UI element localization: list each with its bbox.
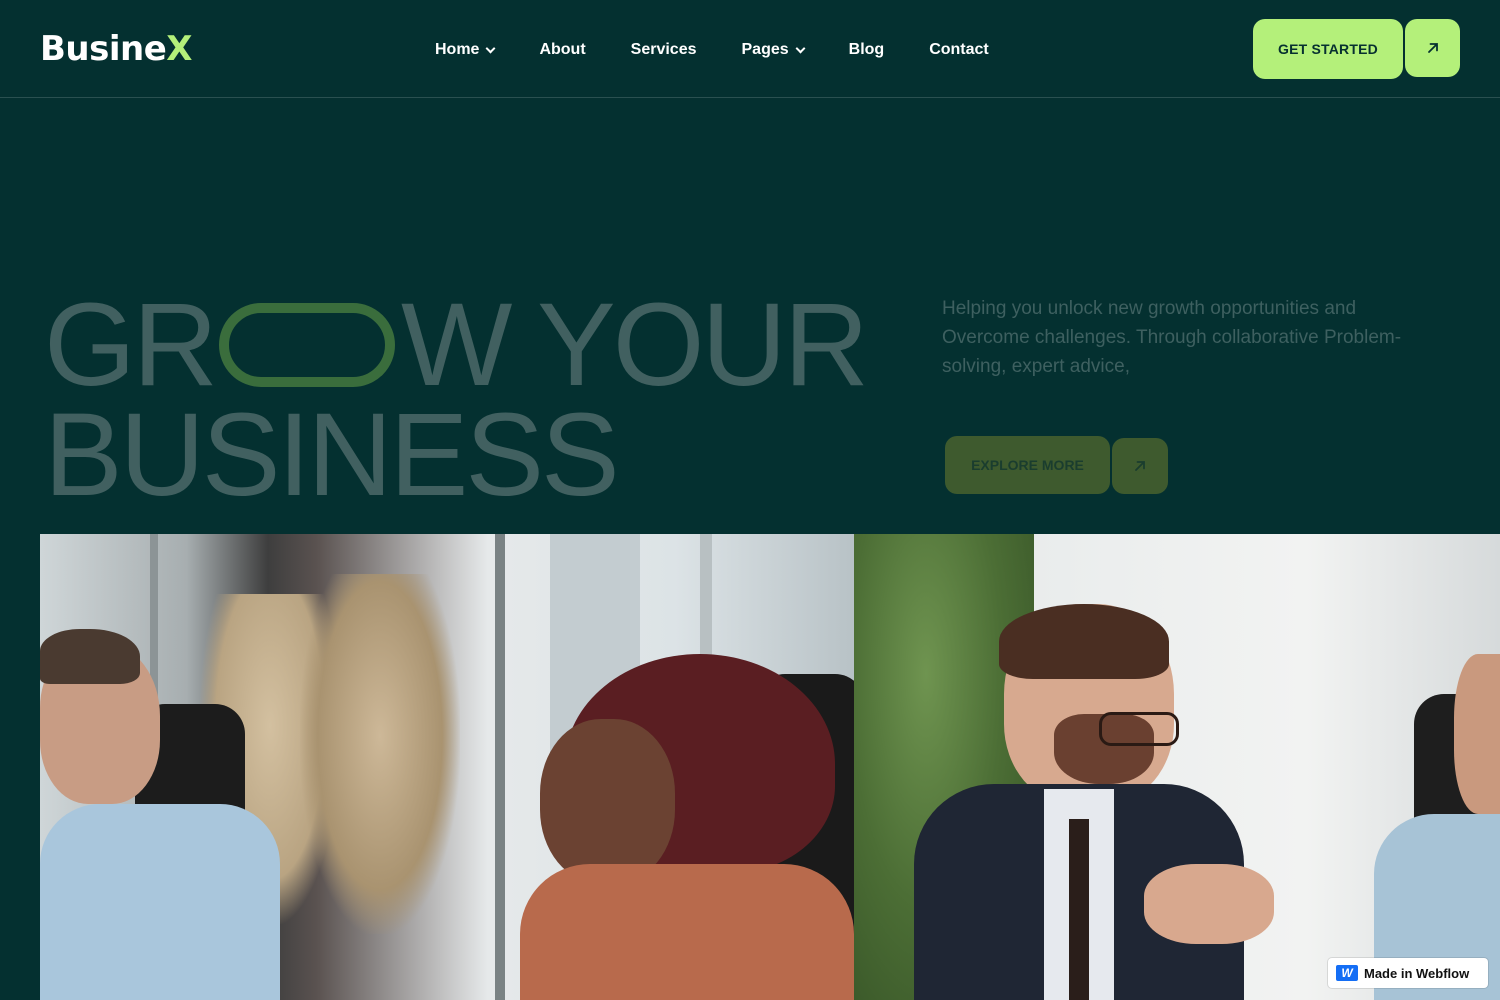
nav-item-about[interactable]: About — [539, 41, 585, 59]
nav-item-label: About — [539, 41, 586, 58]
nav-item-contact[interactable]: Contact — [929, 41, 989, 59]
nav-item-label: Pages — [741, 41, 789, 58]
nav-item-home[interactable]: Home — [435, 41, 496, 59]
hero-title-part-c: BUSINESS — [44, 389, 620, 521]
made-in-webflow-badge[interactable]: W Made in Webflow — [1328, 958, 1488, 988]
team-meeting-photo-right — [854, 534, 1500, 1000]
chevron-down-icon — [795, 43, 806, 53]
main-nav: Home About Services Pages Blog Contact — [435, 38, 989, 62]
pill-o-icon — [219, 303, 395, 387]
nav-item-label: Home — [435, 41, 480, 58]
hero-description: Helping you unlock new growth opportunit… — [942, 298, 1402, 377]
nav-item-pages[interactable]: Pages — [741, 41, 806, 59]
nav-item-services[interactable]: Services — [631, 41, 697, 59]
hero-title-line-1: GR W YOUR — [44, 279, 869, 411]
brand-logo[interactable]: BusineX — [40, 28, 192, 70]
nav-item-label: Blog — [848, 41, 885, 58]
chevron-down-icon — [486, 43, 496, 53]
hero-title-part-b: W YOUR — [401, 279, 869, 411]
arrow-up-right-icon — [1427, 43, 1438, 53]
explore-more-button[interactable]: EXPLORE MORE — [945, 436, 1110, 494]
hero-title-line-2: BUSINESS — [44, 389, 866, 521]
hero-title-part-a: GR — [44, 279, 218, 411]
nav-item-blog[interactable]: Blog — [849, 41, 885, 59]
badge-label: Made in Webflow — [1364, 965, 1470, 981]
explore-more-arrow-button[interactable] — [1112, 438, 1168, 494]
site-header: BusineX Home About Services Pages Blog C… — [0, 0, 1500, 98]
nav-item-label: Services — [630, 41, 697, 58]
team-meeting-photo-left — [40, 534, 854, 1000]
logo-accent: X — [166, 29, 192, 69]
logo-text: Busine — [40, 29, 167, 69]
hero-title: GR W YOUR BUSINESS — [44, 279, 869, 521]
webflow-logo-icon: W — [1336, 965, 1358, 981]
get-started-button[interactable]: GET STARTED — [1253, 19, 1403, 79]
nav-item-label: Contact — [929, 41, 989, 58]
arrow-up-right-icon — [1135, 461, 1145, 471]
get-started-arrow-button[interactable] — [1405, 19, 1460, 77]
